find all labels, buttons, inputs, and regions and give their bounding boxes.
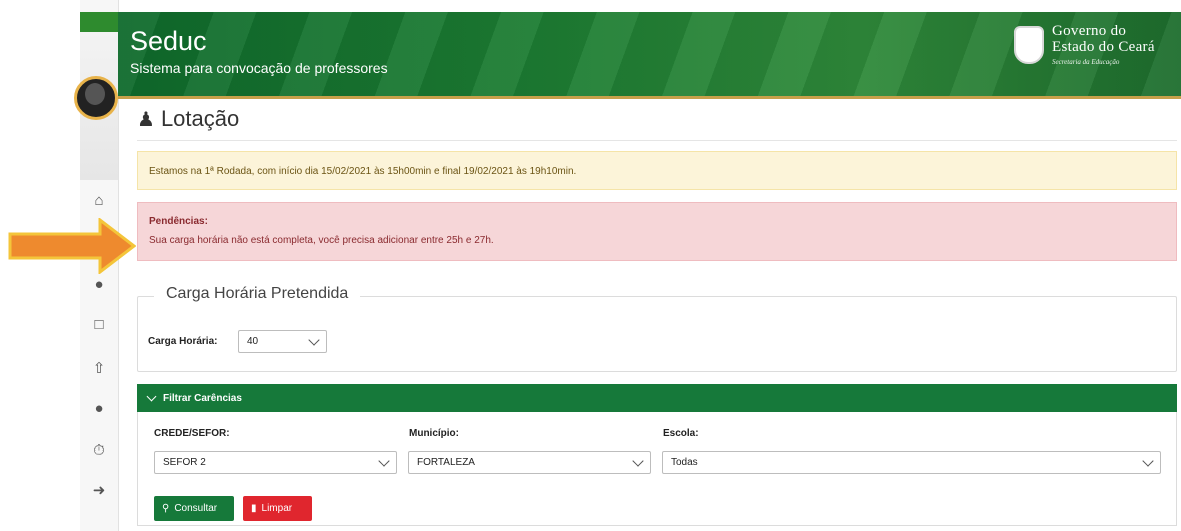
app-subtitle: Sistema para convocação de professores (130, 60, 388, 76)
sidebar-top-bar (80, 12, 118, 32)
home-icon[interactable]: ⌂ (80, 186, 118, 214)
escola-label: Escola: (663, 428, 699, 439)
carga-label: Carga Horária: (148, 336, 218, 347)
users-icon: ♟ (137, 108, 155, 131)
upload-icon[interactable]: ⇧ (80, 354, 118, 382)
carga-select[interactable]: 40 (238, 330, 327, 353)
limpar-button[interactable]: ▮ Limpar (243, 496, 312, 521)
government-logo: Governo do Estado do Ceará Secretaria da… (1014, 23, 1155, 66)
consultar-button[interactable]: ⚲ Consultar (154, 496, 234, 521)
gov-line1: Governo do (1052, 23, 1127, 39)
escola-select[interactable]: Todas (662, 451, 1161, 474)
carga-legend: Carga Horária Pretendida (154, 285, 361, 303)
filter-panel-title: Filtrar Carências (163, 392, 242, 404)
info-alert: Estamos na 1ª Rodada, com início dia 15/… (137, 151, 1177, 190)
crede-select-value: SEFOR 2 (163, 457, 206, 468)
user-circle-icon[interactable]: ● (80, 270, 118, 298)
app-header: Seduc Sistema para convocação de profess… (118, 12, 1181, 99)
trash-icon: ▮ (251, 503, 257, 514)
pending-alert: Pendências: Sua carga horária não está c… (137, 202, 1177, 261)
gov-line2: Estado do Ceará (1052, 38, 1155, 55)
municipio-select-value: FORTALEZA (417, 457, 475, 468)
filter-panel-header[interactable]: Filtrar Carências (137, 384, 1177, 412)
limpar-label: Limpar (261, 503, 293, 514)
chevron-down-icon (308, 334, 320, 346)
escola-select-value: Todas (671, 457, 698, 468)
pending-text: Sua carga horária não está completa, voc… (149, 235, 494, 246)
gov-line3: Secretaria da Educação (1052, 57, 1120, 66)
bank-icon[interactable]: □ (80, 310, 118, 338)
chevron-down-icon (378, 455, 390, 467)
search-icon: ⚲ (162, 503, 170, 514)
app-title: Seduc (130, 26, 207, 56)
avatar[interactable] (74, 76, 118, 120)
users-icon[interactable]: ● (80, 394, 118, 422)
carga-select-value: 40 (247, 336, 259, 347)
arrow-icon (8, 218, 136, 274)
page-title: ♟ Lotação (137, 106, 239, 132)
crede-select[interactable]: SEFOR 2 (154, 451, 397, 474)
page-title-text: Lotação (160, 106, 240, 131)
seal-icon (1014, 26, 1044, 64)
chevron-down-icon (1142, 455, 1154, 467)
consultar-label: Consultar (174, 503, 218, 514)
chevron-down-icon (632, 455, 644, 467)
crede-label: CREDE/SEFOR: (154, 428, 230, 439)
divider (137, 140, 1177, 141)
sidebar-profile (74, 32, 118, 180)
pending-title: Pendências: (149, 216, 208, 227)
municipio-select[interactable]: FORTALEZA (408, 451, 651, 474)
clock-icon[interactable]: ⏱ (80, 436, 118, 464)
chevron-down-icon (146, 391, 157, 402)
municipio-label: Município: (409, 428, 459, 439)
sign-out-icon[interactable]: ➜ (80, 476, 118, 504)
